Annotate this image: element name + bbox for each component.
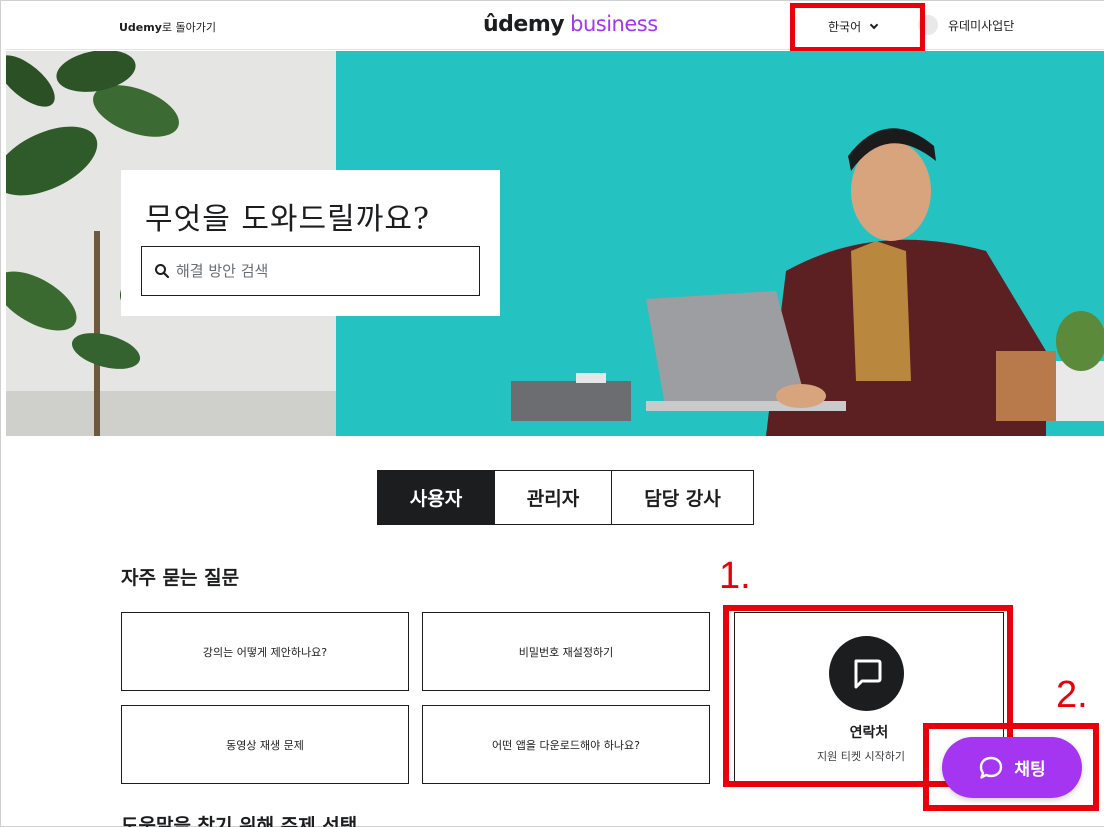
tab-instructor[interactable]: 담당 강사 [612,470,754,525]
chat-button-label: 채팅 [1014,760,1046,780]
faq-card-label: 비밀번호 재설정하기 [518,645,614,659]
logo-business-text: business [570,12,658,36]
top-header: Udemy로 돌아가기 ûdemy business 한국어 유데미사업단 [6,4,1104,50]
faq-card[interactable]: 동영상 재생 문제 [121,705,409,784]
search-card: 무엇을 도와드릴까요? [121,170,500,316]
tab-admin[interactable]: 관리자 [495,470,612,525]
back-link-brand: Udemy [119,21,162,34]
chat-bubble-icon [980,756,1003,779]
back-link-text: 로 돌아가기 [161,21,217,34]
search-icon [155,264,170,279]
tab-user[interactable]: 사용자 [377,470,495,525]
chat-bubble-icon [854,659,881,688]
logo-udemy-text: ûdemy [483,12,565,37]
user-name: 유데미사업단 [948,18,1015,33]
faq-card-label: 동영상 재생 문제 [226,738,304,752]
search-input[interactable] [176,262,466,280]
udemy-business-logo[interactable]: ûdemy business [483,12,658,37]
annotation-marker-1: 1. [719,555,751,597]
topic-section-title: 도움말을 찾기 위해 주제 선택 [121,815,358,827]
hero-title: 무엇을 도와드릴까요? [145,202,431,237]
annotation-marker-2: 2. [1056,674,1088,716]
faq-card[interactable]: 어떤 앱을 다운로드해야 하나요? [422,705,710,784]
chat-button[interactable]: 채팅 [942,737,1082,798]
language-highlight-box [790,3,925,52]
contact-icon-circle [829,636,904,711]
audience-tabs: 사용자 관리자 담당 강사 [377,470,754,525]
faq-section-title: 자주 묻는 질문 [121,567,240,589]
faq-card[interactable]: 비밀번호 재설정하기 [422,612,710,691]
faq-card[interactable]: 강의는 어떻게 제안하나요? [121,612,409,691]
back-to-udemy-link[interactable]: Udemy로 돌아가기 [119,19,216,35]
contact-subtitle: 지원 티켓 시작하기 [817,750,905,763]
faq-card-label: 어떤 앱을 다운로드해야 하나요? [492,738,640,752]
faq-card-label: 강의는 어떻게 제안하나요? [202,645,328,659]
search-box[interactable] [141,246,480,296]
user-menu[interactable]: 유데미사업단 [918,15,1014,35]
